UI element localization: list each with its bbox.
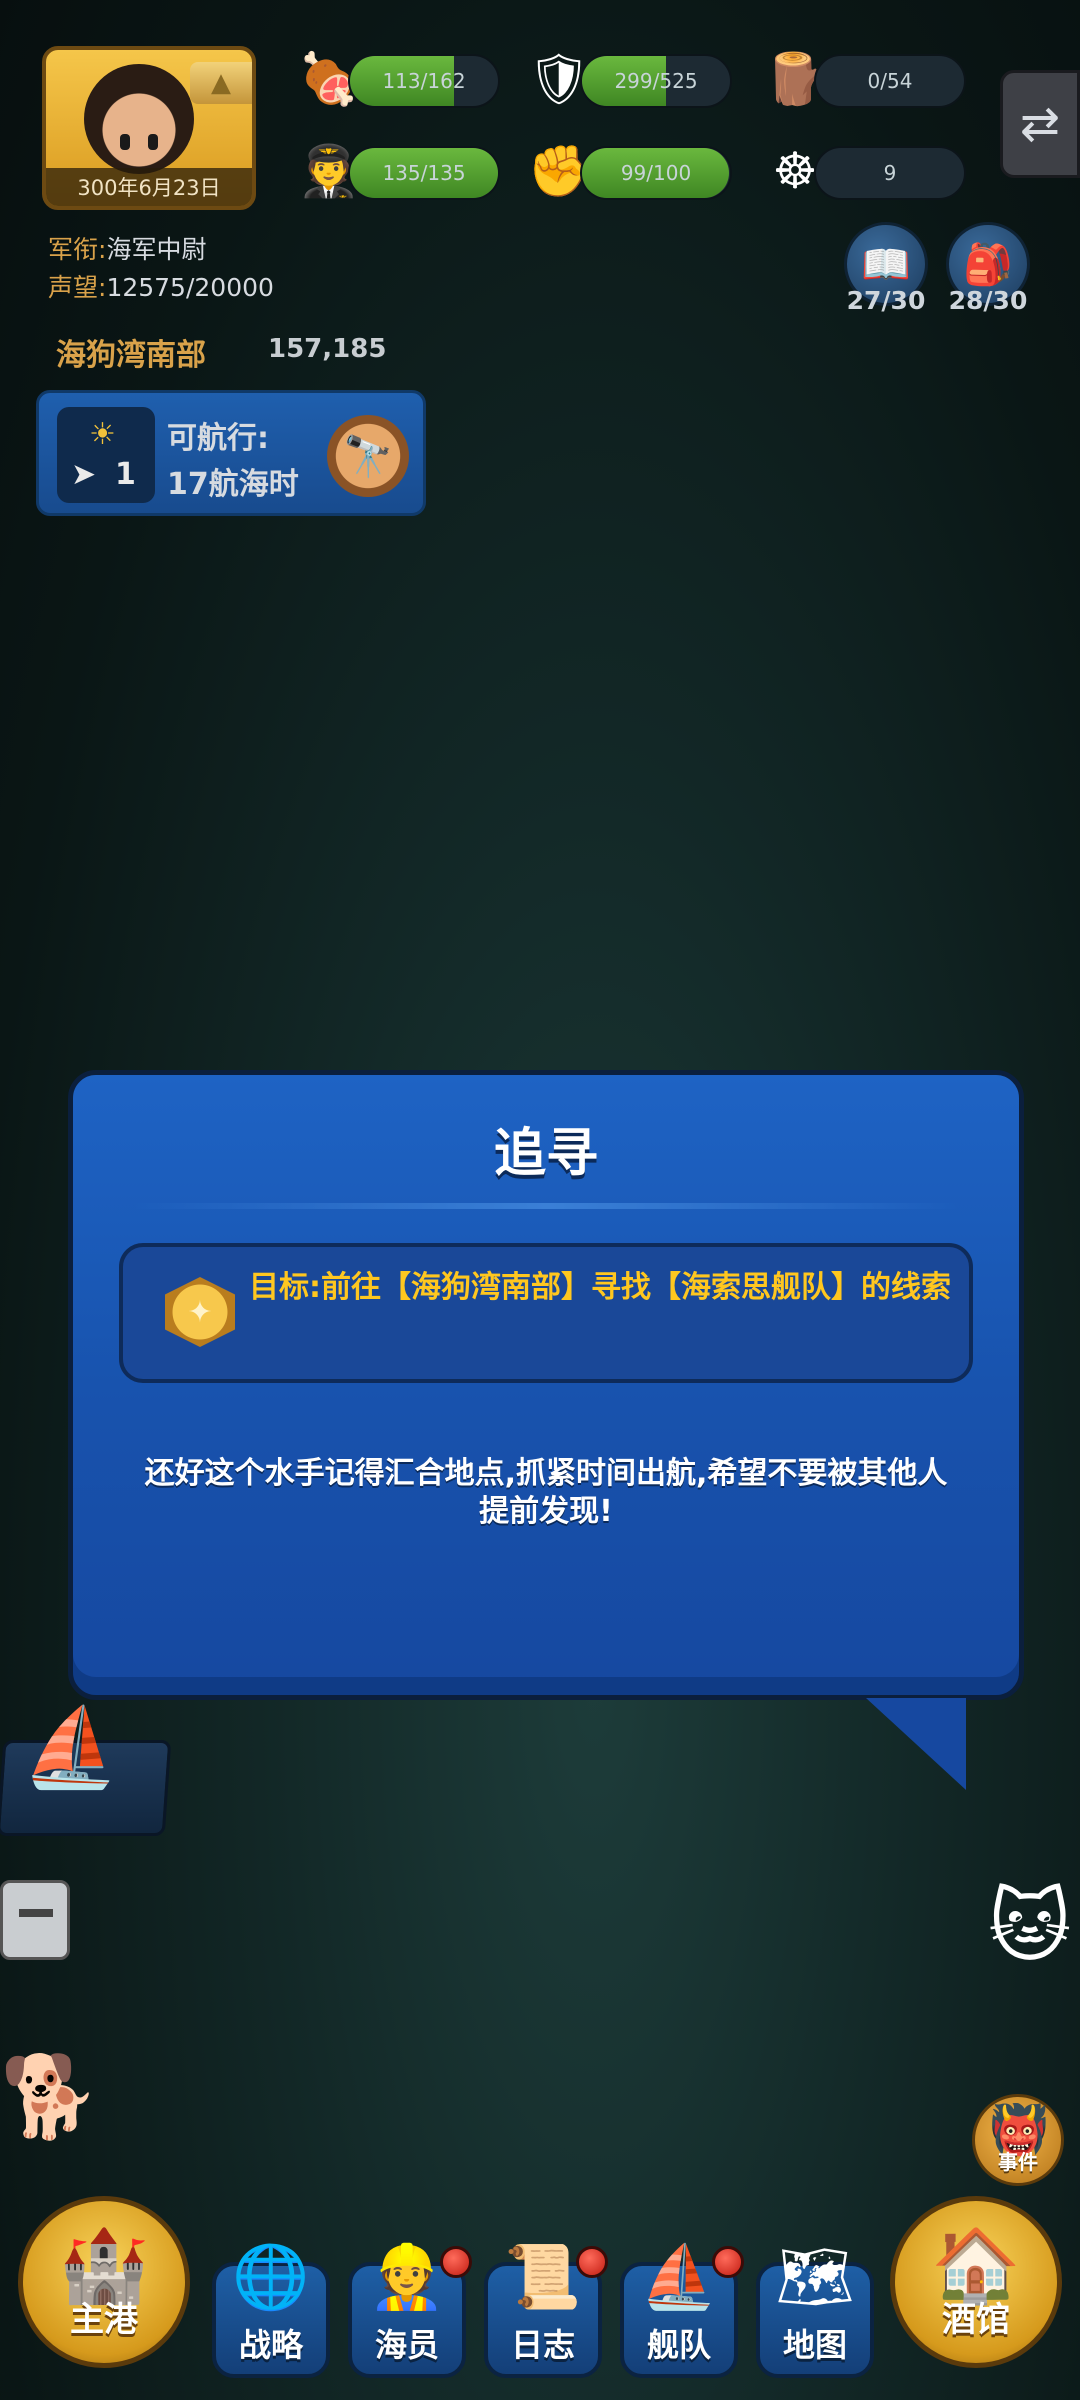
nav-strategy-label: 战略 bbox=[238, 2326, 303, 2364]
nav-map-label: 地图 bbox=[782, 2326, 847, 2364]
cat-mascot-icon[interactable]: 🐱 bbox=[988, 1880, 1080, 1980]
player-portrait[interactable]: ▲ 300年6月23日 bbox=[42, 46, 256, 210]
food-value: 113/162 bbox=[382, 69, 466, 93]
armor-value: 299/525 bbox=[614, 69, 698, 93]
rank-value: 海军中尉 bbox=[106, 235, 207, 264]
nav-strategy[interactable]: 🌐 战略 bbox=[212, 2240, 330, 2378]
nav-crew[interactable]: 👷 海员 bbox=[348, 2240, 472, 2378]
armor-bar[interactable]: 299/525 bbox=[580, 54, 732, 108]
notification-dot bbox=[440, 2246, 472, 2278]
crew-bar[interactable]: 135/135 bbox=[348, 146, 500, 200]
weather-panel: ☀ ➤ 1 bbox=[57, 407, 155, 503]
fame-label: 声望: bbox=[48, 273, 107, 302]
medal-icon: ✦ bbox=[165, 1277, 235, 1347]
sun-icon: ☀ bbox=[89, 417, 116, 452]
game-date: 300年6月23日 bbox=[46, 168, 252, 206]
nav-tavern-label: 酒馆 bbox=[942, 2300, 1010, 2340]
shiba-mascot-icon[interactable]: 🐕 bbox=[0, 2050, 100, 2150]
sailboat-icon: ⛵ bbox=[20, 1703, 125, 1793]
bag-counter: 28/30 bbox=[948, 286, 1028, 315]
notification-dot bbox=[576, 2246, 608, 2278]
notification-dot bbox=[712, 2246, 744, 2278]
play-arrow-icon: ➤ bbox=[71, 457, 97, 492]
helm-value: 9 bbox=[883, 161, 897, 185]
map-icon: 🗺 bbox=[775, 2240, 855, 2313]
ship-card[interactable]: ⛵ bbox=[0, 1703, 172, 1836]
crew-value: 135/135 bbox=[382, 161, 466, 185]
book-counter: 27/30 bbox=[846, 286, 926, 315]
food-bar[interactable]: 113/162 bbox=[348, 54, 500, 108]
fame-line: 声望:12575/20000 bbox=[48, 268, 274, 304]
wood-bar[interactable]: 0/54 bbox=[814, 54, 966, 108]
sail-label: 可航行: bbox=[167, 421, 269, 456]
sail-count: 1 bbox=[115, 457, 136, 492]
spyglass-icon[interactable]: 🔭 bbox=[327, 415, 409, 497]
sailing-status-panel[interactable]: ☀ ➤ 1 可航行: 17航海时 🔭 bbox=[36, 390, 426, 516]
morale-bar[interactable]: 99/100 bbox=[580, 146, 732, 200]
nav-tavern[interactable]: 🏠 酒馆 bbox=[890, 2196, 1062, 2368]
nav-crew-label: 海员 bbox=[374, 2326, 439, 2364]
robot-mascot[interactable] bbox=[0, 1880, 70, 1960]
nav-home-label: 主港 bbox=[70, 2300, 138, 2340]
helm-bar[interactable]: 9 bbox=[814, 146, 966, 200]
captain-avatar bbox=[84, 64, 194, 174]
morale-value: 99/100 bbox=[620, 161, 692, 185]
sail-hours: 17航海时 bbox=[167, 467, 299, 502]
nav-fleet-label: 舰队 bbox=[646, 2326, 711, 2364]
region-value: 157,185 bbox=[268, 334, 387, 364]
wood-value: 0/54 bbox=[867, 69, 913, 93]
fame-value: 12575/20000 bbox=[106, 273, 274, 302]
event-label: 事件 bbox=[998, 2150, 1038, 2174]
nav-log[interactable]: 📜 日志 bbox=[484, 2240, 608, 2378]
nav-fleet[interactable]: ⛵ 舰队 bbox=[620, 2240, 744, 2378]
objective-panel: ✦ 目标:前往【海狗湾南部】寻找【海索思舰队】的线索 bbox=[119, 1243, 973, 1383]
nav-home-port[interactable]: 🏰 主港 bbox=[18, 2196, 190, 2368]
speech-tail bbox=[866, 1698, 966, 1790]
rank-line: 军衔:海军中尉 bbox=[48, 230, 206, 266]
dialog-divider bbox=[133, 1203, 959, 1209]
nav-log-label: 日志 bbox=[510, 2326, 575, 2364]
globe-icon: 🌐 bbox=[232, 2240, 310, 2313]
swap-arrows-icon[interactable]: ⇄ bbox=[1000, 70, 1080, 178]
objective-text: 目标:前往【海狗湾南部】寻找【海索思舰队】的线索 bbox=[249, 1270, 951, 1305]
dialog-body: 还好这个水手记得汇合地点,抓紧时间出航,希望不要被其他人提前发现! bbox=[144, 1456, 948, 1529]
dialog-title: 追寻 bbox=[493, 1124, 598, 1184]
rank-up-icon[interactable]: ▲ bbox=[190, 62, 252, 104]
quest-dialog[interactable]: 追寻 ✦ 目标:前往【海狗湾南部】寻找【海索思舰队】的线索 还好这个水手记得汇合… bbox=[68, 1070, 1024, 1700]
event-button[interactable]: 👹 事件 bbox=[972, 2094, 1064, 2186]
nav-map[interactable]: 🗺 地图 bbox=[756, 2240, 874, 2378]
rank-label: 军衔: bbox=[48, 235, 107, 264]
region-name: 海狗湾南部 bbox=[56, 338, 206, 373]
